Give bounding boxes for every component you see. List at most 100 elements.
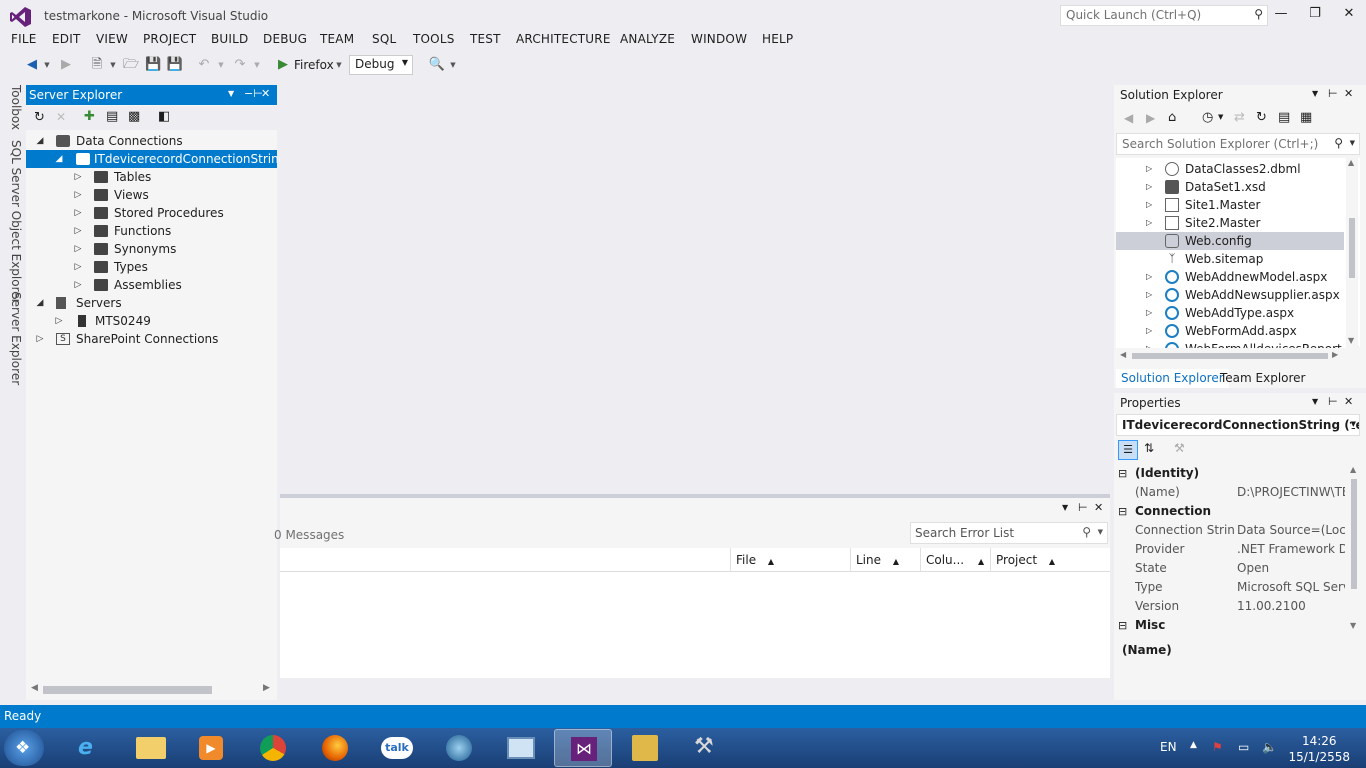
tree-node-functions[interactable]: ▷ Functions — [26, 222, 277, 240]
taskbar-sql-config[interactable] — [616, 729, 674, 767]
close-icon[interactable]: ✕ — [1344, 395, 1353, 408]
tree-node-types[interactable]: ▷ Types — [26, 258, 277, 276]
back-dropdown-icon[interactable]: ▼ — [42, 54, 52, 76]
collapsed-triangle-icon[interactable]: ▷ — [1146, 322, 1152, 340]
stop-icon[interactable]: ✕ — [56, 110, 66, 124]
menu-architecture[interactable]: ARCHITECTURE — [516, 32, 611, 46]
taskbar-tools-app[interactable]: ⚒ — [678, 729, 736, 767]
sync-icon[interactable]: ⇄ — [1234, 110, 1245, 125]
connect-server-icon[interactable]: ▤ — [106, 109, 118, 124]
menu-file[interactable]: FILE — [11, 32, 37, 46]
collapsed-triangle-icon[interactable]: ▷ — [1146, 160, 1152, 178]
file-item[interactable]: ▷ Site2.Master — [1116, 214, 1344, 232]
category-row[interactable]: ⊟ (Identity) — [1116, 464, 1346, 483]
undo-icon[interactable]: ↶ — [196, 54, 212, 76]
attach-icon[interactable]: 🔍 — [428, 54, 446, 76]
solution-search-input[interactable]: Search Solution Explorer (Ctrl+;) ⚲ ▼ — [1116, 133, 1360, 155]
collapse-all-icon[interactable]: ▤ — [1278, 110, 1290, 125]
close-icon[interactable]: ✕ — [1094, 501, 1103, 514]
menu-window[interactable]: WINDOW — [691, 32, 747, 46]
column-header-file[interactable]: File ▲ — [730, 548, 850, 572]
collapsed-triangle-icon[interactable]: ▷ — [35, 330, 45, 348]
menu-project[interactable]: PROJECT — [143, 32, 196, 46]
scrollbar-thumb[interactable] — [1349, 218, 1355, 278]
taskbar-file-explorer[interactable] — [122, 729, 180, 767]
property-row[interactable]: Version 11.00.2100 — [1116, 597, 1346, 616]
scrollbar-thumb[interactable] — [1351, 479, 1357, 589]
file-item[interactable]: ▷ WebFormAlldevicesReport.asp — [1116, 340, 1360, 348]
new-project-icon[interactable]: 🗎 — [88, 54, 106, 76]
redo-icon[interactable]: ↷ — [232, 54, 248, 76]
scrollbar-thumb[interactable] — [43, 686, 212, 694]
sql-server-object-explorer-tab[interactable]: SQL Server Object Explorer — [9, 140, 23, 304]
system-clock[interactable]: 14:26 15/1/2558 — [1288, 733, 1350, 765]
collapsed-triangle-icon[interactable]: ▷ — [1146, 340, 1152, 348]
taskbar-media-player[interactable]: ▶ — [182, 729, 240, 767]
collapse-icon[interactable]: ⊟ — [1118, 616, 1127, 633]
action-center-icon[interactable]: ⚑ — [1212, 740, 1223, 754]
run-target-label[interactable]: Firefox — [294, 54, 334, 76]
expanded-triangle-icon[interactable]: ◢ — [54, 150, 64, 168]
tree-node-servers[interactable]: ◢ Servers — [26, 294, 277, 312]
forward-icon[interactable]: ▶ — [1146, 111, 1155, 125]
volume-icon[interactable]: 🔈 — [1262, 740, 1277, 754]
file-item[interactable]: ▷ WebAddNewsupplier.aspx — [1116, 286, 1344, 304]
collapsed-triangle-icon[interactable]: ▷ — [73, 276, 83, 294]
filter-icon[interactable]: ◧ — [158, 109, 170, 124]
taskbar-google-talk[interactable]: talk — [368, 729, 426, 767]
property-row[interactable]: Type Microsoft SQL Serve — [1116, 578, 1346, 597]
tree-node-sharepoint[interactable]: ▷ S SharePoint Connections — [26, 330, 277, 348]
scroll-right-icon[interactable]: ▶ — [263, 683, 270, 693]
refresh-icon[interactable]: ↻ — [34, 110, 45, 125]
categorized-icon[interactable]: ☰ — [1118, 440, 1138, 460]
horizontal-scrollbar[interactable]: ◀ ▶ — [26, 683, 277, 697]
menu-build[interactable]: BUILD — [211, 32, 248, 46]
pending-changes-icon[interactable]: ◷ — [1202, 110, 1213, 125]
forward-icon[interactable]: ▶ — [58, 54, 74, 76]
scroll-up-icon[interactable]: ▲ — [1350, 465, 1356, 474]
vertical-scrollbar[interactable]: ▲ ▼ — [1346, 158, 1358, 348]
taskbar-globe-app[interactable] — [430, 729, 488, 767]
collapsed-triangle-icon[interactable]: ▷ — [73, 168, 83, 186]
collapsed-triangle-icon[interactable]: ▷ — [1146, 268, 1152, 286]
tree-node-connection[interactable]: ◢ ITdevicerecordConnectionString (t — [26, 150, 300, 168]
collapse-icon[interactable]: ⊟ — [1118, 464, 1127, 483]
collapsed-triangle-icon[interactable]: ▷ — [73, 204, 83, 222]
file-item[interactable]: ▷ Site1.Master — [1116, 196, 1344, 214]
save-all-icon[interactable]: 💾 — [166, 54, 184, 76]
collapsed-triangle-icon[interactable]: ▷ — [54, 312, 64, 330]
back-icon[interactable]: ◀ — [24, 54, 40, 76]
close-window-button[interactable]: ✕ — [1334, 4, 1364, 24]
search-options-icon[interactable]: ▼ — [1098, 528, 1103, 536]
collapse-icon[interactable]: ⊟ — [1118, 502, 1127, 521]
file-item[interactable]: ᛉ Web.sitemap — [1116, 250, 1344, 268]
menu-debug[interactable]: DEBUG — [263, 32, 307, 46]
pin-icon[interactable]: ⊢ — [1078, 501, 1088, 514]
quick-launch-input[interactable]: Quick Launch (Ctrl+Q) ⚲ — [1060, 5, 1268, 26]
column-header-line[interactable]: Line ▲ — [850, 548, 920, 572]
undo-dropdown-icon[interactable]: ▼ — [216, 54, 226, 76]
collapsed-triangle-icon[interactable]: ▷ — [73, 240, 83, 258]
toolbar-options-icon[interactable]: ▼ — [448, 54, 458, 76]
pin-icon[interactable]: ⊢ — [1328, 87, 1338, 100]
category-row[interactable]: ⊟ Connection — [1116, 502, 1346, 521]
tab-solution-explorer[interactable]: Solution Explorer — [1116, 369, 1229, 388]
tree-node-synonyms[interactable]: ▷ Synonyms — [26, 240, 277, 258]
category-row[interactable]: ⊟ Misc — [1116, 616, 1346, 633]
alphabetical-icon[interactable]: ⇅ — [1144, 441, 1154, 455]
panel-menu-icon[interactable]: ▼ — [1312, 89, 1318, 98]
search-options-icon[interactable]: ▼ — [1350, 139, 1355, 147]
solution-configuration-select[interactable]: Debug ▼ — [349, 55, 413, 75]
collapsed-triangle-icon[interactable]: ▷ — [1146, 286, 1152, 304]
taskbar-internet-explorer[interactable]: e — [60, 729, 118, 767]
menu-analyze[interactable]: ANALYZE — [620, 32, 675, 46]
sharepoint-connect-icon[interactable]: ▩ — [128, 109, 140, 124]
show-hidden-icons-icon[interactable]: ▲ — [1190, 740, 1197, 750]
expanded-triangle-icon[interactable]: ◢ — [35, 294, 45, 312]
file-item[interactable]: ▷ WebFormAdd.aspx — [1116, 322, 1344, 340]
scroll-left-icon[interactable]: ◀ — [1120, 350, 1126, 359]
new-project-dropdown-icon[interactable]: ▼ — [108, 54, 118, 76]
pin-icon[interactable]: ⊢ — [1328, 395, 1338, 408]
scroll-down-icon[interactable]: ▼ — [1350, 621, 1356, 630]
column-header-column[interactable]: Colu... ▲ — [920, 548, 990, 572]
